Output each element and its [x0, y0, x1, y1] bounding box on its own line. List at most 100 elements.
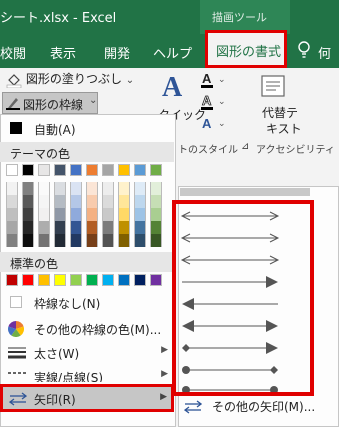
text-outline-button[interactable]: A ⌄: [200, 93, 228, 114]
tab-shape-format[interactable]: 図形の書式: [205, 30, 287, 68]
theme-shade-swatch[interactable]: [102, 234, 114, 247]
theme-shade-swatch[interactable]: [54, 182, 66, 195]
svg-text:⌄: ⌄: [218, 97, 226, 107]
theme-shade-swatch[interactable]: [118, 234, 130, 247]
theme-shade-swatch[interactable]: [102, 195, 114, 208]
standard-color-swatch[interactable]: [54, 274, 66, 286]
theme-shade-swatch[interactable]: [134, 221, 146, 234]
theme-shade-swatch[interactable]: [118, 208, 130, 221]
theme-shade-swatch[interactable]: [134, 195, 146, 208]
theme-color-swatch[interactable]: [70, 164, 82, 176]
theme-shade-swatch[interactable]: [70, 221, 82, 234]
theme-color-swatch[interactable]: [102, 164, 114, 176]
theme-shade-swatch[interactable]: [38, 234, 50, 247]
more-outline-colors-item[interactable]: その他の枠線の色(M)...: [0, 316, 174, 340]
theme-shade-swatch[interactable]: [6, 182, 18, 195]
theme-shade-swatch[interactable]: [54, 195, 66, 208]
theme-colors-label: テーマの色: [10, 147, 71, 161]
theme-shade-swatch[interactable]: [70, 182, 82, 195]
theme-shade-swatch[interactable]: [22, 221, 34, 234]
arrow-options-highlight: [172, 200, 314, 396]
theme-shade-swatch[interactable]: [86, 234, 98, 247]
theme-color-swatch[interactable]: [38, 164, 50, 176]
theme-shade-swatch[interactable]: [102, 182, 114, 195]
theme-shade-swatch[interactable]: [86, 221, 98, 234]
tab-developer[interactable]: 開発: [104, 43, 130, 62]
text-fill-button[interactable]: A ⌄: [200, 71, 228, 92]
theme-color-swatch[interactable]: [86, 164, 98, 176]
theme-color-swatch[interactable]: [6, 164, 18, 176]
theme-shade-swatch[interactable]: [6, 234, 18, 247]
theme-shade-swatch[interactable]: [54, 234, 66, 247]
standard-color-swatch[interactable]: [118, 274, 130, 286]
theme-shade-swatch[interactable]: [38, 195, 50, 208]
submenu-scroll-strip[interactable]: [180, 188, 310, 196]
standard-color-swatch[interactable]: [6, 274, 18, 286]
theme-color-swatch[interactable]: [150, 164, 162, 176]
theme-shade-swatch[interactable]: [6, 221, 18, 234]
theme-shade-swatch[interactable]: [134, 234, 146, 247]
dashes-item[interactable]: 実線/点線(S) ▶: [0, 364, 174, 382]
theme-shade-swatch[interactable]: [118, 195, 130, 208]
automatic-color-item[interactable]: 自動(A): [0, 116, 174, 140]
standard-color-swatch[interactable]: [70, 274, 82, 286]
text-effects-button[interactable]: A ⌄: [200, 115, 228, 136]
theme-shade-swatch[interactable]: [134, 208, 146, 221]
dialog-launcher-icon[interactable]: ⊿: [241, 141, 249, 152]
shape-outline-label: 図形の枠線: [23, 98, 84, 112]
accessibility-group-label: アクセシビリティ: [256, 145, 335, 156]
more-arrows-item[interactable]: その他の矢印(M)...: [180, 396, 330, 416]
theme-shade-swatch[interactable]: [134, 182, 146, 195]
standard-color-swatch[interactable]: [38, 274, 50, 286]
theme-color-swatch[interactable]: [118, 164, 130, 176]
standard-color-swatch[interactable]: [86, 274, 98, 286]
theme-shade-swatch[interactable]: [86, 182, 98, 195]
shape-fill-button[interactable]: 図形の塗りつぶし ⌄: [6, 70, 134, 88]
shape-fill-label: 図形の塗りつぶし: [25, 72, 122, 86]
standard-color-swatch[interactable]: [134, 274, 146, 286]
theme-shade-swatch[interactable]: [118, 221, 130, 234]
arrows-item[interactable]: 矢印(R) ▶: [0, 384, 174, 412]
theme-shade-swatch[interactable]: [150, 182, 162, 195]
weight-item[interactable]: 太さ(W) ▶: [0, 340, 174, 364]
theme-shade-swatch[interactable]: [150, 195, 162, 208]
tab-help[interactable]: ヘルプ: [153, 43, 192, 62]
theme-shade-swatch[interactable]: [22, 182, 34, 195]
theme-shade-swatch[interactable]: [38, 208, 50, 221]
tab-view[interactable]: 表示: [50, 43, 76, 62]
theme-shade-swatch[interactable]: [38, 221, 50, 234]
tell-me-search[interactable]: 何: [318, 43, 331, 62]
theme-shade-swatch[interactable]: [86, 208, 98, 221]
theme-color-swatch[interactable]: [22, 164, 34, 176]
theme-shade-swatch[interactable]: [86, 195, 98, 208]
tab-review[interactable]: 校閲: [0, 43, 26, 62]
theme-shade-swatch[interactable]: [6, 195, 18, 208]
theme-color-swatch[interactable]: [54, 164, 66, 176]
standard-color-swatch[interactable]: [150, 274, 162, 286]
theme-shade-swatch[interactable]: [6, 208, 18, 221]
standard-color-swatch[interactable]: [102, 274, 114, 286]
theme-shade-swatch[interactable]: [54, 221, 66, 234]
theme-shade-swatch[interactable]: [70, 208, 82, 221]
theme-shade-swatch[interactable]: [70, 195, 82, 208]
theme-shade-swatch[interactable]: [22, 208, 34, 221]
theme-shade-swatch[interactable]: [22, 234, 34, 247]
shape-outline-button[interactable]: 図形の枠線 ⌄: [2, 92, 98, 114]
lightbulb-icon[interactable]: [297, 41, 311, 59]
theme-shade-swatch[interactable]: [54, 208, 66, 221]
theme-shade-swatch[interactable]: [70, 234, 82, 247]
standard-color-swatch[interactable]: [22, 274, 34, 286]
theme-shade-swatch[interactable]: [102, 208, 114, 221]
theme-shade-swatch[interactable]: [38, 182, 50, 195]
no-outline-item[interactable]: 枠線なし(N): [0, 290, 174, 314]
wordart-a-icon: A: [162, 72, 183, 103]
theme-shade-swatch[interactable]: [118, 182, 130, 195]
theme-shade-swatch[interactable]: [102, 221, 114, 234]
alt-text-label-1[interactable]: 代替テ: [262, 104, 298, 121]
theme-shade-swatch[interactable]: [22, 195, 34, 208]
theme-shade-swatch[interactable]: [150, 208, 162, 221]
theme-color-swatch[interactable]: [134, 164, 146, 176]
text-style-large-a[interactable]: A: [160, 70, 196, 104]
theme-shade-swatch[interactable]: [150, 234, 162, 247]
theme-shade-swatch[interactable]: [150, 221, 162, 234]
